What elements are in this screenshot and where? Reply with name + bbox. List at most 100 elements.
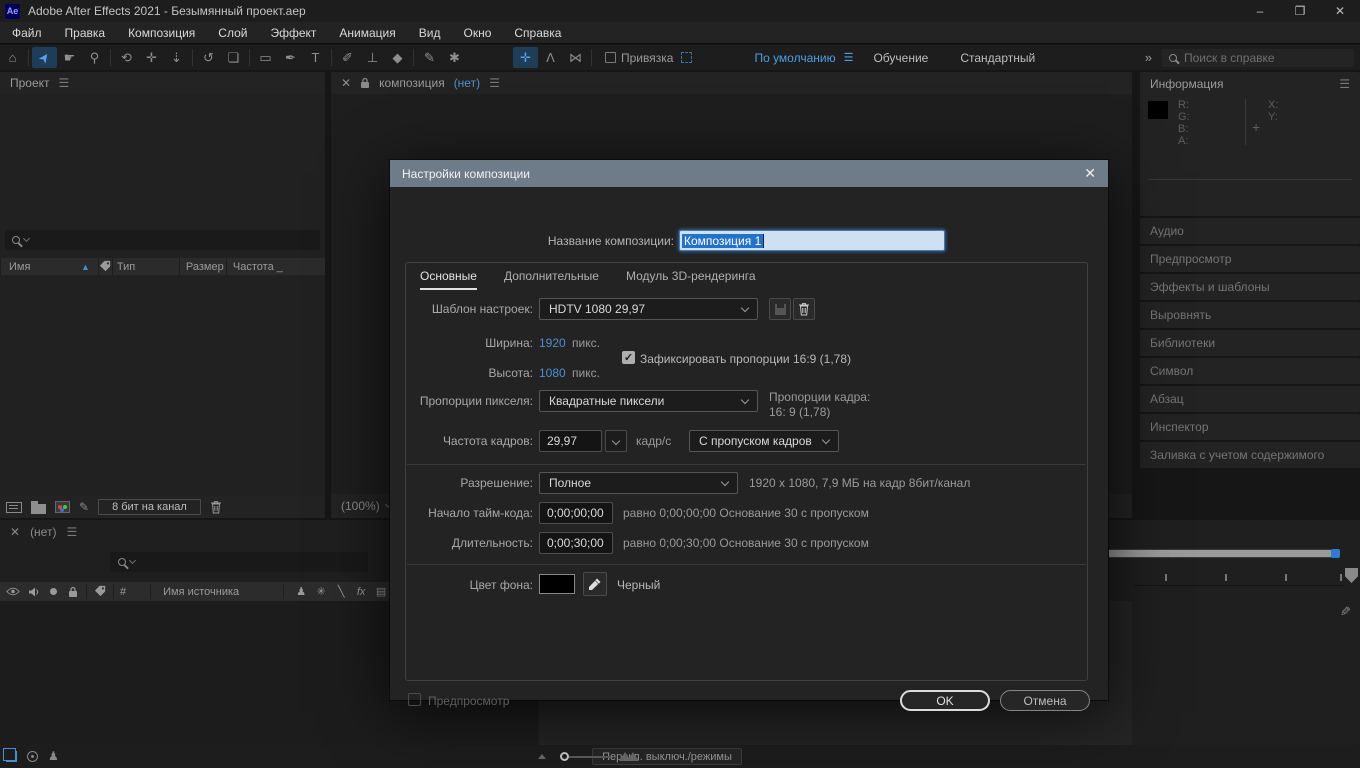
height-value[interactable]: 1080 [539,366,566,380]
pan-camera-tool[interactable]: ✛ [139,47,164,68]
menu-item-effect[interactable]: Эффект [270,26,316,40]
draft-3d-icon[interactable]: ╲ [334,585,348,598]
brush-tool[interactable]: ✐ [335,47,360,68]
clone-stamp-tool[interactable]: ⊥ [360,47,385,68]
zoom-slider-handle[interactable] [560,752,569,761]
lock-aspect-checkbox[interactable]: ✓ [622,351,635,364]
delete-preset-button[interactable] [793,298,815,320]
workspace-learn[interactable]: Обучение [857,51,944,65]
drop-frame-dropdown[interactable]: С пропуском кадров [689,430,839,452]
rectangle-tool[interactable]: ▭ [253,47,278,68]
panel-menu-icon[interactable]: ☰ [59,76,70,90]
menu-item-help[interactable]: Справка [514,26,561,40]
panel-paragraph[interactable]: Абзац [1140,386,1360,412]
mask-path-icon[interactable] [681,52,693,63]
cancel-button[interactable]: Отмена [1000,690,1090,711]
panel-audio[interactable]: Аудио [1140,218,1360,244]
preview-checkbox[interactable] [408,693,421,706]
tab-composition[interactable]: композиция [379,76,445,90]
panel-preview[interactable]: Предпросмотр [1140,246,1360,272]
comp-marker-bin-icon[interactable] [1345,568,1358,583]
timeline-tab-none[interactable]: (нет) [30,525,56,539]
shy-icon[interactable]: ♟ [294,585,308,598]
column-name[interactable]: Имя [1,261,81,273]
zoom-out-icon[interactable] [538,754,546,759]
minimize-button[interactable]: – [1240,0,1280,22]
new-composition-icon[interactable] [55,501,70,513]
eraser-tool[interactable]: ◆ [385,47,410,68]
menu-item-animation[interactable]: Анимация [339,26,395,40]
lock-icon[interactable] [66,586,80,598]
draft-icon[interactable] [27,750,38,762]
type-tool[interactable]: T [303,47,328,68]
time-ruler[interactable] [1133,564,1345,586]
menu-item-view[interactable]: Вид [419,26,441,40]
workspace-default[interactable]: По умолчанию [738,51,851,65]
timeline-zoom-slider[interactable] [538,745,648,768]
person-icon[interactable]: ♟ [48,749,59,763]
audio-icon[interactable] [26,587,40,597]
fx-icon[interactable]: fx [354,586,368,598]
pixel-aspect-dropdown[interactable]: Квадратные пиксели [539,390,758,412]
label-tag-icon[interactable] [99,260,112,273]
panel-menu-icon[interactable]: ☰ [66,525,77,539]
panel-menu-icon[interactable]: ☰ [1339,77,1350,91]
panel-menu-icon[interactable]: ☰ [489,76,500,90]
trash-icon[interactable] [210,500,222,514]
panel-align[interactable]: Выровнять [1140,302,1360,328]
tab-info[interactable]: Информация [1150,77,1223,91]
zoom-tool[interactable]: ⚲ [82,47,107,68]
zoom-in-icon[interactable] [619,752,639,761]
width-value[interactable]: 1920 [539,336,566,350]
frame-rate-preset-button[interactable] [605,430,627,452]
close-tab-icon[interactable]: ✕ [341,76,351,90]
orbit-camera-tool[interactable]: ⟲ [114,47,139,68]
dialog-titlebar[interactable]: Настройки композиции ✕ [390,160,1108,187]
workspace-standard[interactable]: Стандартный [944,51,1051,65]
tab-3d-renderer[interactable]: Модуль 3D-рендеринга [626,269,756,290]
home-button[interactable]: ⌂ [0,47,25,68]
menu-item-layer[interactable]: Слой [218,26,247,40]
collapse-transformations-icon[interactable]: ✳ [314,585,328,598]
close-window-button[interactable]: ✕ [1320,0,1360,22]
panel-content-aware-fill[interactable]: Заливка с учетом содержимого [1140,442,1360,468]
navigator-end-handle[interactable] [1331,549,1340,558]
tab-advanced[interactable]: Дополнительные [504,269,599,290]
start-timecode-input[interactable]: 0;00;00;00 [539,502,613,524]
panel-libraries[interactable]: Библиотеки [1140,330,1360,356]
column-type[interactable]: Тип [113,261,179,273]
hand-tool[interactable]: ☛ [57,47,82,68]
save-preset-button[interactable] [769,298,791,320]
frame-rate-input[interactable]: 29,97 [539,430,602,452]
preset-dropdown[interactable]: HDTV 1080 29,97 [539,298,758,320]
composition-name-input[interactable]: Композиция 1 [679,230,945,251]
menu-item-edit[interactable]: Правка [65,26,106,40]
live-update-icon[interactable] [3,747,17,762]
bg-color-swatch[interactable] [539,574,575,594]
tab-basic[interactable]: Основные [420,269,477,290]
solo-icon[interactable] [46,588,60,595]
column-number[interactable]: # [120,586,126,598]
help-search-input[interactable] [1184,50,1334,65]
menu-item-composition[interactable]: Композиция [128,26,195,40]
local-axis-icon[interactable]: ✛ [513,47,538,68]
column-framerate[interactable]: Частота _ [227,261,283,273]
resolution-dropdown[interactable]: Полное [539,472,738,494]
duration-input[interactable]: 0;00;30;00 [539,532,613,554]
workspace-overflow-icon[interactable]: » [1145,50,1152,65]
panel-effects-presets[interactable]: Эффекты и шаблоны [1140,274,1360,300]
eyedropper-button[interactable] [583,572,607,596]
world-axis-icon[interactable]: Λ [538,47,563,68]
eye-icon[interactable] [6,587,20,596]
tab-project[interactable]: Проект [10,76,50,90]
close-tab-icon[interactable]: ✕ [10,525,20,539]
timeline-search-input[interactable] [110,552,368,572]
new-folder-icon[interactable] [31,500,46,514]
zoom-level-dropdown[interactable]: (100%) [341,499,380,513]
workspace-menu-icon[interactable]: ☰ [844,51,854,64]
selection-tool[interactable]: ➤ [32,47,57,68]
ok-button[interactable]: OK [900,690,990,711]
menu-item-file[interactable]: Файл [12,26,42,40]
project-search-input[interactable] [5,230,320,250]
sort-asc-icon[interactable]: ▲ [81,262,90,272]
